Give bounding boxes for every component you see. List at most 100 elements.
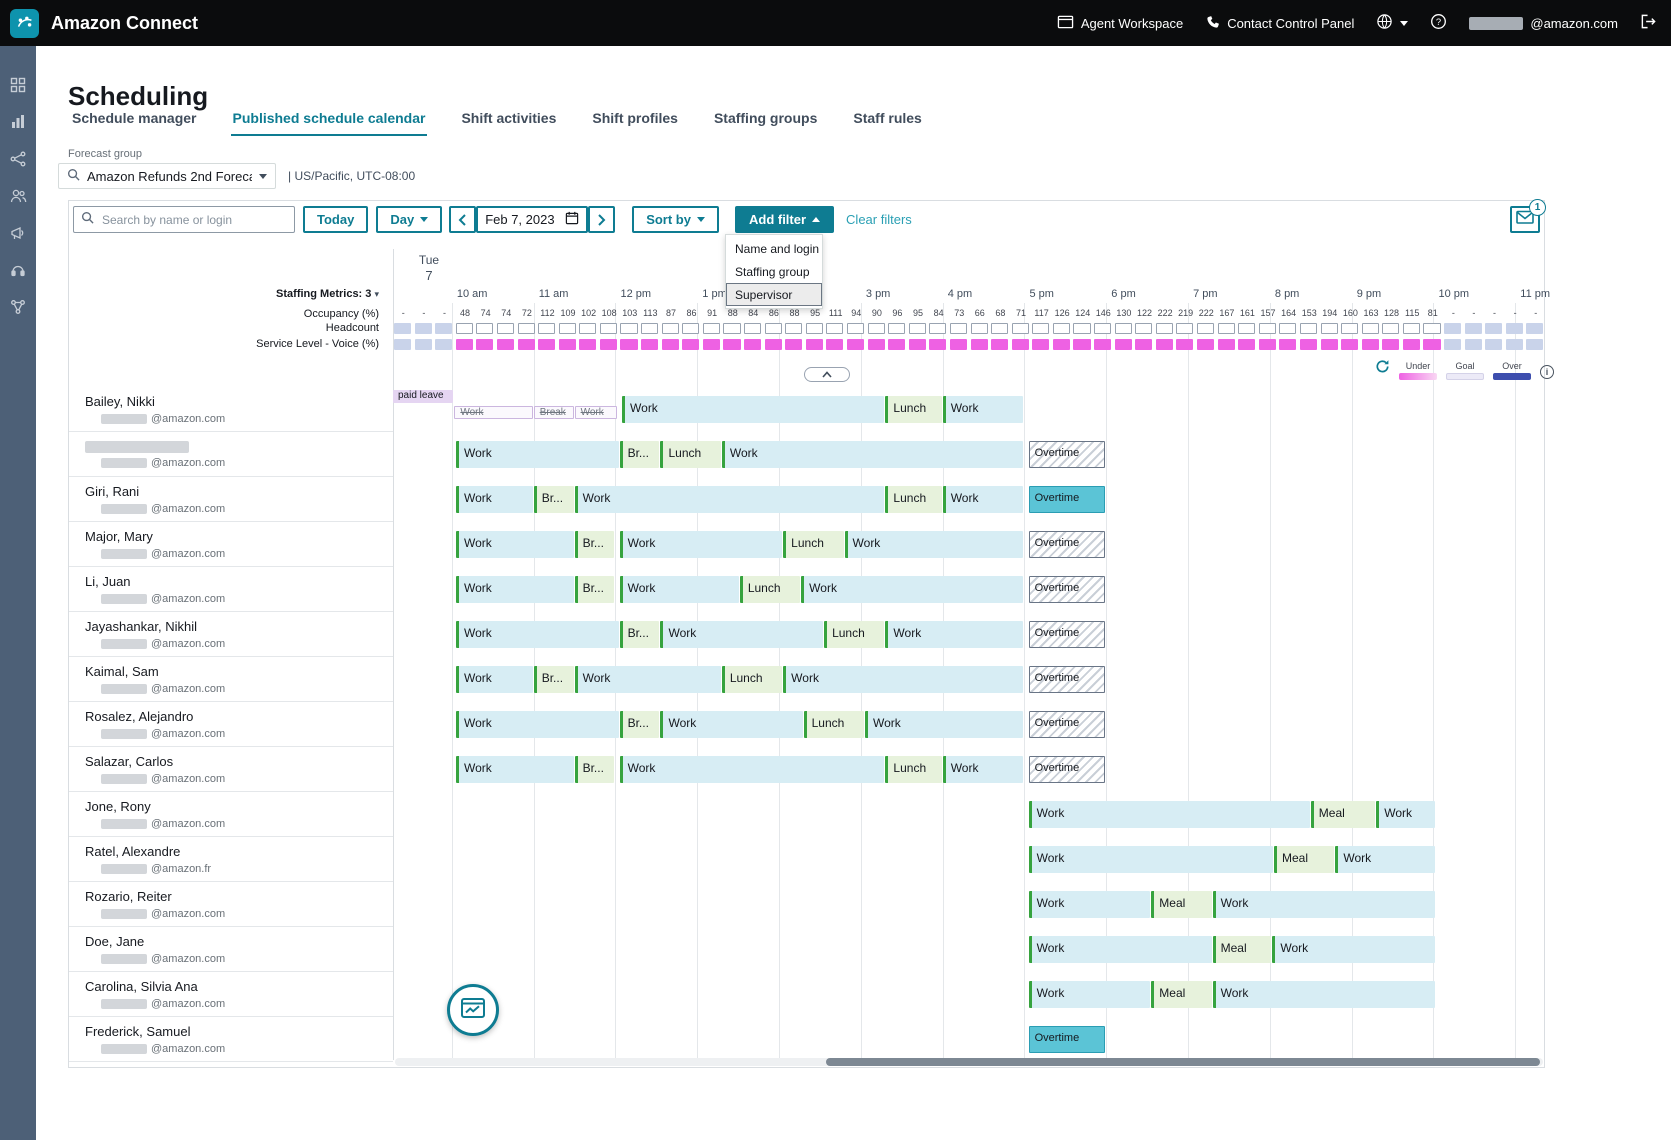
sidebar-item-announcements[interactable] — [0, 214, 36, 251]
work-bar[interactable]: Work — [1272, 936, 1435, 963]
work-bar[interactable]: Work — [943, 396, 1024, 423]
work-bar[interactable]: Work — [660, 711, 802, 738]
search-input[interactable] — [100, 212, 287, 228]
tab-shift-activities[interactable]: Shift activities — [459, 106, 558, 136]
language-selector[interactable] — [1376, 13, 1408, 33]
paid-leave-bar[interactable]: paid leave — [393, 390, 453, 403]
sidebar-item-users[interactable] — [0, 177, 36, 214]
work-bar[interactable]: Work — [575, 486, 885, 513]
overtime-bar[interactable]: Overtime — [1029, 666, 1106, 693]
info-icon[interactable]: i — [1540, 365, 1554, 379]
work-bar[interactable]: Work — [845, 531, 1024, 558]
work-bar[interactable]: Work — [1029, 891, 1151, 918]
sort-by-button[interactable]: Sort by — [632, 206, 719, 233]
previous-day-button[interactable] — [449, 206, 476, 233]
sidebar-item-metrics[interactable] — [0, 103, 36, 140]
inbox-button[interactable]: 1 — [1510, 206, 1540, 233]
meal-bar[interactable]: Meal — [1213, 936, 1272, 963]
overtime-bar[interactable]: Overtime — [1029, 576, 1106, 603]
lunch-bar[interactable]: Lunch — [885, 756, 941, 783]
work-bar[interactable]: Work — [1213, 981, 1435, 1008]
cancelled-bar[interactable]: Work — [454, 406, 532, 419]
tab-schedule-manager[interactable]: Schedule manager — [70, 106, 199, 136]
overtime-solid-bar[interactable]: Overtime — [1029, 1026, 1106, 1053]
refresh-icon[interactable] — [1375, 359, 1390, 379]
work-bar[interactable]: Work — [1376, 801, 1435, 828]
work-bar[interactable]: Work — [456, 576, 574, 603]
break-bar[interactable]: Br... — [534, 666, 574, 693]
today-button[interactable]: Today — [303, 206, 368, 233]
break-bar[interactable]: Br... — [620, 621, 660, 648]
work-bar[interactable]: Work — [943, 756, 1024, 783]
lunch-bar[interactable]: Lunch — [783, 531, 843, 558]
work-bar[interactable]: Work — [620, 531, 783, 558]
cancelled-bar[interactable]: Break — [534, 406, 574, 419]
break-bar[interactable]: Br... — [620, 711, 660, 738]
break-bar[interactable]: Br... — [620, 441, 660, 468]
tab-staffing-groups[interactable]: Staffing groups — [712, 106, 819, 136]
meal-bar[interactable]: Meal — [1311, 801, 1375, 828]
lunch-bar[interactable]: Lunch — [740, 576, 800, 603]
overtime-bar[interactable]: Overtime — [1029, 531, 1106, 558]
work-bar[interactable]: Work — [1029, 846, 1273, 873]
work-bar[interactable]: Work — [622, 396, 884, 423]
work-bar[interactable]: Work — [575, 666, 721, 693]
work-bar[interactable]: Work — [456, 711, 619, 738]
work-bar[interactable]: Work — [943, 486, 1024, 513]
work-bar[interactable]: Work — [660, 621, 823, 648]
work-bar[interactable]: Work — [456, 531, 574, 558]
sidebar-item-routing[interactable] — [0, 140, 36, 177]
overtime-bar[interactable]: Overtime — [1029, 711, 1106, 738]
lunch-bar[interactable]: Lunch — [885, 486, 941, 513]
sign-out-button[interactable] — [1640, 13, 1657, 33]
menu-item-staffing-group[interactable]: Staffing group — [726, 260, 822, 283]
work-bar[interactable]: Work — [1213, 891, 1435, 918]
cancelled-bar[interactable]: Work — [575, 406, 617, 419]
work-bar[interactable]: Work — [1335, 846, 1435, 873]
tab-staff-rules[interactable]: Staff rules — [851, 106, 923, 136]
work-bar[interactable]: Work — [456, 441, 619, 468]
forecast-group-select[interactable]: Amazon Refunds 2nd Forecast Group — [58, 163, 276, 189]
work-bar[interactable]: Work — [1029, 981, 1151, 1008]
break-bar[interactable]: Br... — [575, 531, 615, 558]
overtime-bar[interactable]: Overtime — [1029, 621, 1106, 648]
work-bar[interactable]: Work — [620, 576, 739, 603]
tab-shift-profiles[interactable]: Shift profiles — [590, 106, 680, 136]
collapse-metrics-button[interactable] — [804, 367, 850, 382]
work-bar[interactable]: Work — [1029, 936, 1212, 963]
menu-item-supervisor[interactable]: Supervisor — [726, 283, 822, 306]
help-button[interactable]: ? — [1430, 13, 1447, 33]
break-bar[interactable]: Br... — [534, 486, 574, 513]
work-bar[interactable]: Work — [456, 666, 533, 693]
agent-workspace-link[interactable]: Agent Workspace — [1057, 14, 1183, 33]
view-select-button[interactable]: Day — [376, 206, 442, 233]
work-bar[interactable]: Work — [783, 666, 1023, 693]
sidebar-item-dashboard[interactable] — [0, 66, 36, 103]
work-bar[interactable]: Work — [1029, 801, 1310, 828]
break-bar[interactable]: Br... — [575, 576, 615, 603]
work-bar[interactable]: Work — [456, 486, 533, 513]
chart-fab-button[interactable] — [447, 984, 499, 1036]
lunch-bar[interactable]: Lunch — [804, 711, 864, 738]
lunch-bar[interactable]: Lunch — [824, 621, 884, 648]
work-bar[interactable]: Work — [456, 621, 619, 648]
tab-published-schedule-calendar[interactable]: Published schedule calendar — [231, 106, 428, 136]
lunch-bar[interactable]: Lunch — [885, 396, 941, 423]
work-bar[interactable]: Work — [722, 441, 1024, 468]
work-bar[interactable]: Work — [885, 621, 1023, 648]
contact-control-panel-link[interactable]: Contact Control Panel — [1205, 14, 1354, 32]
work-bar[interactable]: Work — [865, 711, 1024, 738]
meal-bar[interactable]: Meal — [1274, 846, 1334, 873]
meal-bar[interactable]: Meal — [1151, 891, 1211, 918]
overtime-bar[interactable]: Overtime — [1029, 441, 1106, 468]
date-input[interactable]: Feb 7, 2023 — [476, 206, 588, 233]
work-bar[interactable]: Work — [801, 576, 1023, 603]
work-bar[interactable]: Work — [620, 756, 885, 783]
menu-item-name-and-login[interactable]: Name and login — [726, 237, 822, 260]
staffing-metrics-toggle[interactable]: Staffing Metrics: 3 ▾ — [276, 288, 379, 300]
add-filter-button[interactable]: Add filter — [735, 206, 834, 233]
clear-filters-link[interactable]: Clear filters — [846, 212, 912, 227]
sidebar-item-flows[interactable] — [0, 288, 36, 325]
lunch-bar[interactable]: Lunch — [660, 441, 720, 468]
sidebar-item-headset[interactable] — [0, 251, 36, 288]
